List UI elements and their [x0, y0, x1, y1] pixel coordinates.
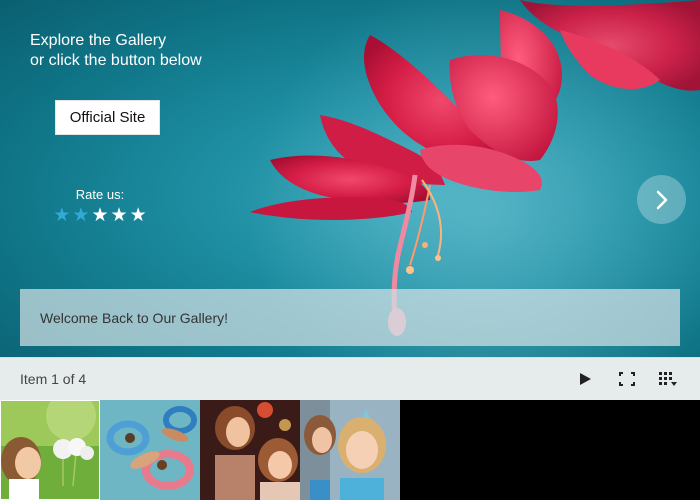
official-site-button[interactable]: Official Site	[55, 100, 160, 135]
thumbnail-image	[300, 400, 400, 500]
item-counter: Item 1 of 4	[20, 371, 87, 387]
play-button[interactable]	[574, 369, 596, 389]
rating-star-icon[interactable]: ★	[111, 206, 128, 226]
rating-star-icon[interactable]: ★	[130, 206, 147, 226]
rate-label: Rate us:	[75, 187, 125, 202]
rating-star-icon[interactable]: ★	[53, 206, 70, 226]
thumbnail-image	[100, 400, 200, 500]
thumbnail-party-girls[interactable]	[200, 400, 300, 500]
caption-line-2: or click the button below	[30, 52, 202, 69]
gallery-widget: Explore the Gallery or click the button …	[0, 0, 700, 500]
thumbnail-dandelion-girl[interactable]	[0, 400, 100, 500]
rating-star-icon[interactable]: ★	[91, 206, 108, 226]
thumbnail-strip	[0, 400, 700, 500]
thumbnail-smiling-girl[interactable]	[300, 400, 400, 500]
main-slide[interactable]: Explore the Gallery or click the button …	[0, 0, 700, 357]
fullscreen-button[interactable]	[616, 369, 638, 389]
welcome-banner: Welcome Back to Our Gallery!	[20, 289, 680, 346]
rating-stars: ★ ★ ★ ★ ★	[45, 206, 155, 226]
chevron-right-icon	[656, 190, 667, 209]
play-icon	[580, 373, 591, 385]
gallery-toolbar: Item 1 of 4	[0, 357, 700, 400]
thumbnail-image	[1, 401, 99, 499]
welcome-text: Welcome Back to Our Gallery!	[40, 309, 229, 326]
rating-widget: Rate us: ★ ★ ★ ★ ★	[45, 187, 155, 226]
rating-star-icon[interactable]: ★	[72, 206, 89, 226]
slide-caption: Explore the Gallery or click the button …	[30, 31, 202, 71]
next-slide-button[interactable]	[637, 175, 686, 224]
thumbnails-toggle-button[interactable]	[657, 369, 679, 389]
thumbnails-grid-icon	[659, 372, 677, 386]
fullscreen-icon	[619, 372, 635, 386]
thumbnail-pool-floats[interactable]	[100, 400, 200, 500]
caption-line-1: Explore the Gallery	[30, 32, 167, 49]
thumbnail-image	[200, 400, 300, 500]
